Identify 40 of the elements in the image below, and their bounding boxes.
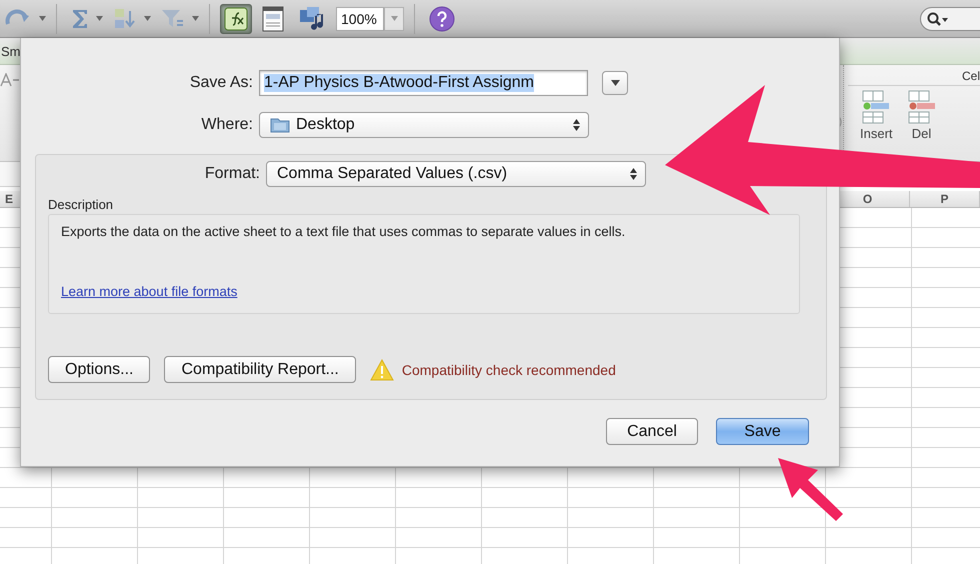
description-label: Description	[48, 197, 114, 212]
column-header[interactable]: P	[910, 191, 980, 207]
font-size-icon	[0, 73, 20, 87]
folder-icon	[270, 117, 290, 133]
file-name-field[interactable]: 1-AP Physics B-Atwood-First Assignm	[259, 70, 588, 96]
sort-icon	[113, 6, 137, 30]
compatibility-report-button[interactable]: Compatibility Report...	[164, 356, 356, 383]
cells-icon	[861, 90, 892, 124]
sigma-icon	[71, 8, 89, 30]
cells-icon	[906, 90, 937, 124]
ribbon-tab[interactable]: Sm	[0, 44, 20, 58]
location-popup[interactable]: Desktop	[259, 112, 589, 138]
options-button[interactable]: Options...	[48, 356, 150, 383]
ribbon-button[interactable]: Del	[906, 90, 937, 141]
updown-icon	[573, 119, 580, 131]
where-label: Where:	[200, 116, 253, 134]
window-icon	[262, 6, 284, 32]
format-label: Format:	[204, 165, 260, 183]
warning-text: Compatibility check recommended	[402, 362, 616, 378]
annotation-arrow	[778, 458, 843, 521]
updown-icon	[630, 168, 637, 180]
search-icon	[927, 12, 949, 26]
description-text: Exports the data on the active sheet to a text file that uses commas to separate values in cells.	[61, 224, 626, 239]
media-icon	[298, 6, 326, 32]
toolbar-button[interactable]	[220, 4, 252, 34]
zoom-field[interactable]: 100%	[336, 6, 384, 30]
function-icon	[224, 6, 248, 30]
format-popup[interactable]: Comma Separated Values (.csv)	[266, 161, 646, 187]
save-button[interactable]: Save	[716, 418, 809, 445]
help-icon	[429, 6, 455, 32]
filter-icon	[161, 8, 185, 30]
cancel-button[interactable]: Cancel	[606, 418, 698, 445]
expand-button[interactable]	[602, 71, 628, 95]
save-as-label: Save As:	[188, 74, 253, 92]
warning-icon	[370, 358, 394, 380]
group-title: Cel	[848, 65, 980, 86]
file-formats-link[interactable]: Learn more about file formats	[61, 284, 238, 304]
caret-icon	[610, 80, 620, 86]
ribbon-button[interactable]: Insert	[860, 90, 893, 141]
caret-icon	[390, 16, 398, 21]
